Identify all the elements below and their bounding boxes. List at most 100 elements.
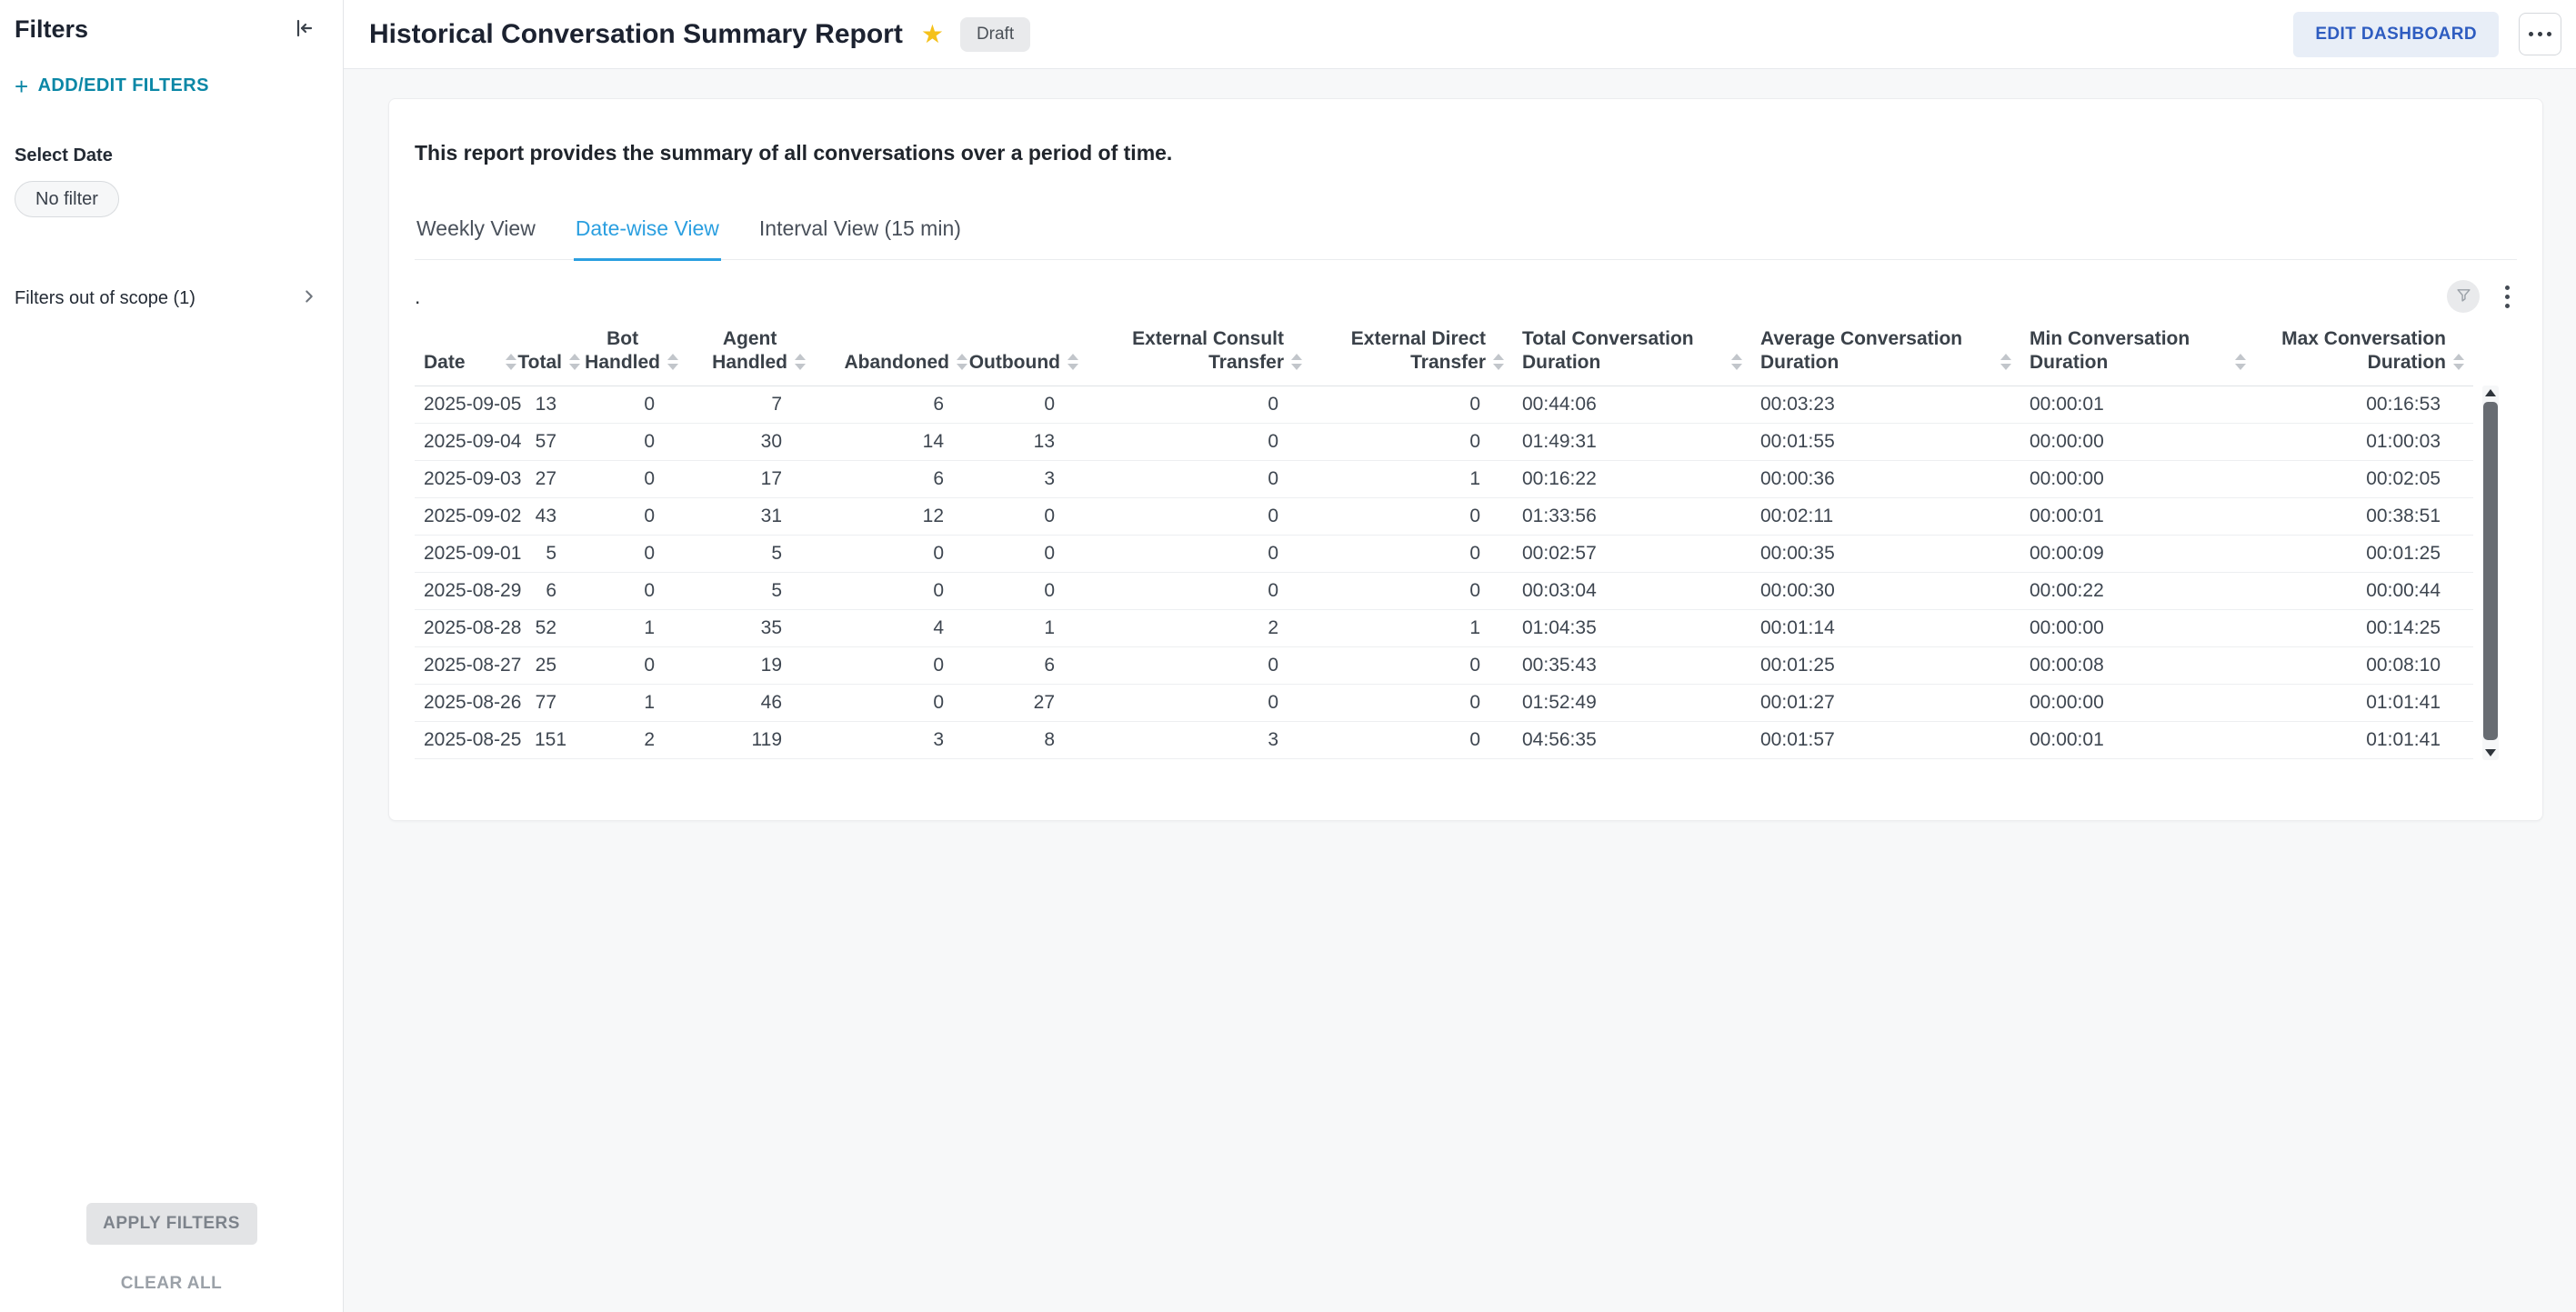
column-header-external-direct-transfer[interactable]: External DirectTransfer [1311, 322, 1513, 386]
cell-max-conversation-duration: 00:00:44 [2255, 573, 2473, 610]
cell-agent-handled: 17 [687, 461, 815, 498]
main-area: Historical Conversation Summary Report ★… [344, 0, 2576, 1312]
sort-icon[interactable] [506, 354, 516, 370]
column-header-abandoned[interactable]: Abandoned [815, 322, 977, 386]
sort-icon[interactable] [1291, 354, 1302, 370]
table-menu-button[interactable] [2498, 282, 2517, 312]
sort-icon[interactable] [957, 354, 967, 370]
cell-max-conversation-duration: 00:01:25 [2255, 536, 2473, 573]
table-row: 2025-08-251512119383004:56:3500:01:5700:… [415, 722, 2473, 759]
table-scrollbar[interactable] [2482, 386, 2499, 760]
cell-bot-handled: 0 [589, 498, 687, 536]
column-header-label: Total [517, 351, 562, 375]
add-edit-filters-label: ADD/EDIT FILTERS [38, 75, 209, 96]
sort-icon[interactable] [1731, 354, 1742, 370]
cell-average-conversation-duration: 00:01:14 [1751, 610, 2020, 647]
edit-dashboard-button[interactable]: EDIT DASHBOARD [2293, 12, 2499, 57]
column-header-label: Max Conversation Duration [2264, 327, 2446, 375]
cell-max-conversation-duration: 00:16:53 [2255, 386, 2473, 424]
more-options-button[interactable] [2519, 13, 2561, 55]
tab-weekly-view[interactable]: Weekly View [415, 216, 537, 261]
sort-icon[interactable] [2453, 354, 2464, 370]
collapse-left-icon [292, 16, 316, 43]
cell-external-consult-transfer: 2 [1088, 610, 1311, 647]
sort-icon[interactable] [569, 354, 580, 370]
cell-external-consult-transfer: 0 [1088, 573, 1311, 610]
table-body: 2025-09-051307600000:44:0600:03:2300:00:… [415, 386, 2473, 759]
cell-bot-handled: 0 [589, 386, 687, 424]
column-header-min-conversation-duration[interactable]: Min ConversationDuration [2020, 322, 2255, 386]
cell-external-direct-transfer: 0 [1311, 536, 1513, 573]
cell-total-conversation-duration: 00:16:22 [1513, 461, 1751, 498]
filters-header: Filters [15, 13, 319, 46]
tab-interval-view-15-min[interactable]: Interval View (15 min) [757, 216, 963, 261]
column-header-external-consult-transfer[interactable]: External ConsultTransfer [1088, 322, 1311, 386]
scroll-down-arrow-icon[interactable] [2485, 749, 2496, 756]
tab-date-wise-view[interactable]: Date-wise View [574, 216, 721, 261]
top-bar: Historical Conversation Summary Report ★… [344, 0, 2576, 69]
cell-outbound: 0 [977, 536, 1088, 573]
cell-abandoned: 6 [815, 461, 977, 498]
sort-icon[interactable] [2000, 354, 2011, 370]
cell-date: 2025-08-28 [415, 610, 526, 647]
cell-agent-handled: 19 [687, 647, 815, 685]
table-row: 2025-09-01505000000:02:5700:00:3500:00:0… [415, 536, 2473, 573]
cell-total-conversation-duration: 01:33:56 [1513, 498, 1751, 536]
cell-external-consult-transfer: 0 [1088, 685, 1311, 722]
cell-bot-handled: 0 [589, 461, 687, 498]
date-filter-chip[interactable]: No filter [15, 181, 119, 217]
cell-agent-handled: 30 [687, 424, 815, 461]
cell-max-conversation-duration: 00:02:05 [2255, 461, 2473, 498]
cell-min-conversation-duration: 00:00:00 [2020, 685, 2255, 722]
table-filter-button[interactable] [2447, 280, 2480, 313]
column-header-max-conversation-duration[interactable]: Max Conversation Duration [2255, 322, 2473, 386]
cell-agent-handled: 5 [687, 573, 815, 610]
cell-external-consult-transfer: 3 [1088, 722, 1311, 759]
cell-min-conversation-duration: 00:00:01 [2020, 386, 2255, 424]
column-header-average-conversation-duration[interactable]: Average ConversationDuration [1751, 322, 2020, 386]
column-header-label: Abandoned [845, 351, 950, 375]
cell-bot-handled: 1 [589, 685, 687, 722]
cell-bot-handled: 0 [589, 424, 687, 461]
cell-abandoned: 0 [815, 536, 977, 573]
sort-icon[interactable] [795, 354, 806, 370]
cell-total: 151 [526, 722, 589, 759]
cell-external-consult-transfer: 0 [1088, 386, 1311, 424]
table-row: 2025-09-0327017630100:16:2200:00:3600:00… [415, 461, 2473, 498]
sort-icon[interactable] [667, 354, 678, 370]
cell-external-consult-transfer: 0 [1088, 647, 1311, 685]
column-header-total-conversation-duration[interactable]: Total ConversationDuration [1513, 322, 1751, 386]
column-header-agent-handled[interactable]: AgentHandled [687, 322, 815, 386]
add-edit-filters-button[interactable]: + ADD/EDIT FILTERS [15, 75, 209, 96]
filters-out-of-scope-row[interactable]: Filters out of scope (1) [15, 286, 319, 311]
scroll-thumb[interactable] [2483, 402, 2498, 740]
sort-icon[interactable] [1493, 354, 1504, 370]
cell-average-conversation-duration: 00:00:30 [1751, 573, 2020, 610]
cell-total-conversation-duration: 04:56:35 [1513, 722, 1751, 759]
scroll-up-arrow-icon[interactable] [2485, 389, 2496, 396]
filters-sidebar: Filters + ADD/EDIT FILTERS Select Date N… [0, 0, 344, 1312]
cell-date: 2025-09-05 [415, 386, 526, 424]
favorite-star-icon[interactable]: ★ [921, 19, 944, 49]
column-header-bot-handled[interactable]: BotHandled [589, 322, 687, 386]
table-toolbar: . [415, 276, 2517, 316]
table-tools [2447, 280, 2517, 313]
cell-total-conversation-duration: 00:35:43 [1513, 647, 1751, 685]
column-header-label: Average ConversationDuration [1760, 327, 1962, 375]
sort-icon[interactable] [1067, 354, 1078, 370]
sort-icon[interactable] [2235, 354, 2246, 370]
clear-all-button[interactable]: CLEAR ALL [121, 1274, 222, 1294]
status-badge: Draft [960, 17, 1030, 52]
column-header-outbound[interactable]: Outbound [977, 322, 1088, 386]
apply-filters-button[interactable]: APPLY FILTERS [86, 1203, 257, 1245]
cell-min-conversation-duration: 00:00:01 [2020, 722, 2255, 759]
column-header-total[interactable]: Total [526, 322, 589, 386]
table-header-row: DateTotalBotHandledAgentHandledAbandoned… [415, 322, 2473, 386]
cell-total: 25 [526, 647, 589, 685]
cell-date: 2025-08-29 [415, 573, 526, 610]
column-header-date[interactable]: Date [415, 322, 526, 386]
collapse-sidebar-button[interactable] [288, 13, 319, 46]
cell-total-conversation-duration: 01:52:49 [1513, 685, 1751, 722]
column-header-label: Date [424, 351, 466, 375]
kebab-icon [2505, 285, 2510, 290]
